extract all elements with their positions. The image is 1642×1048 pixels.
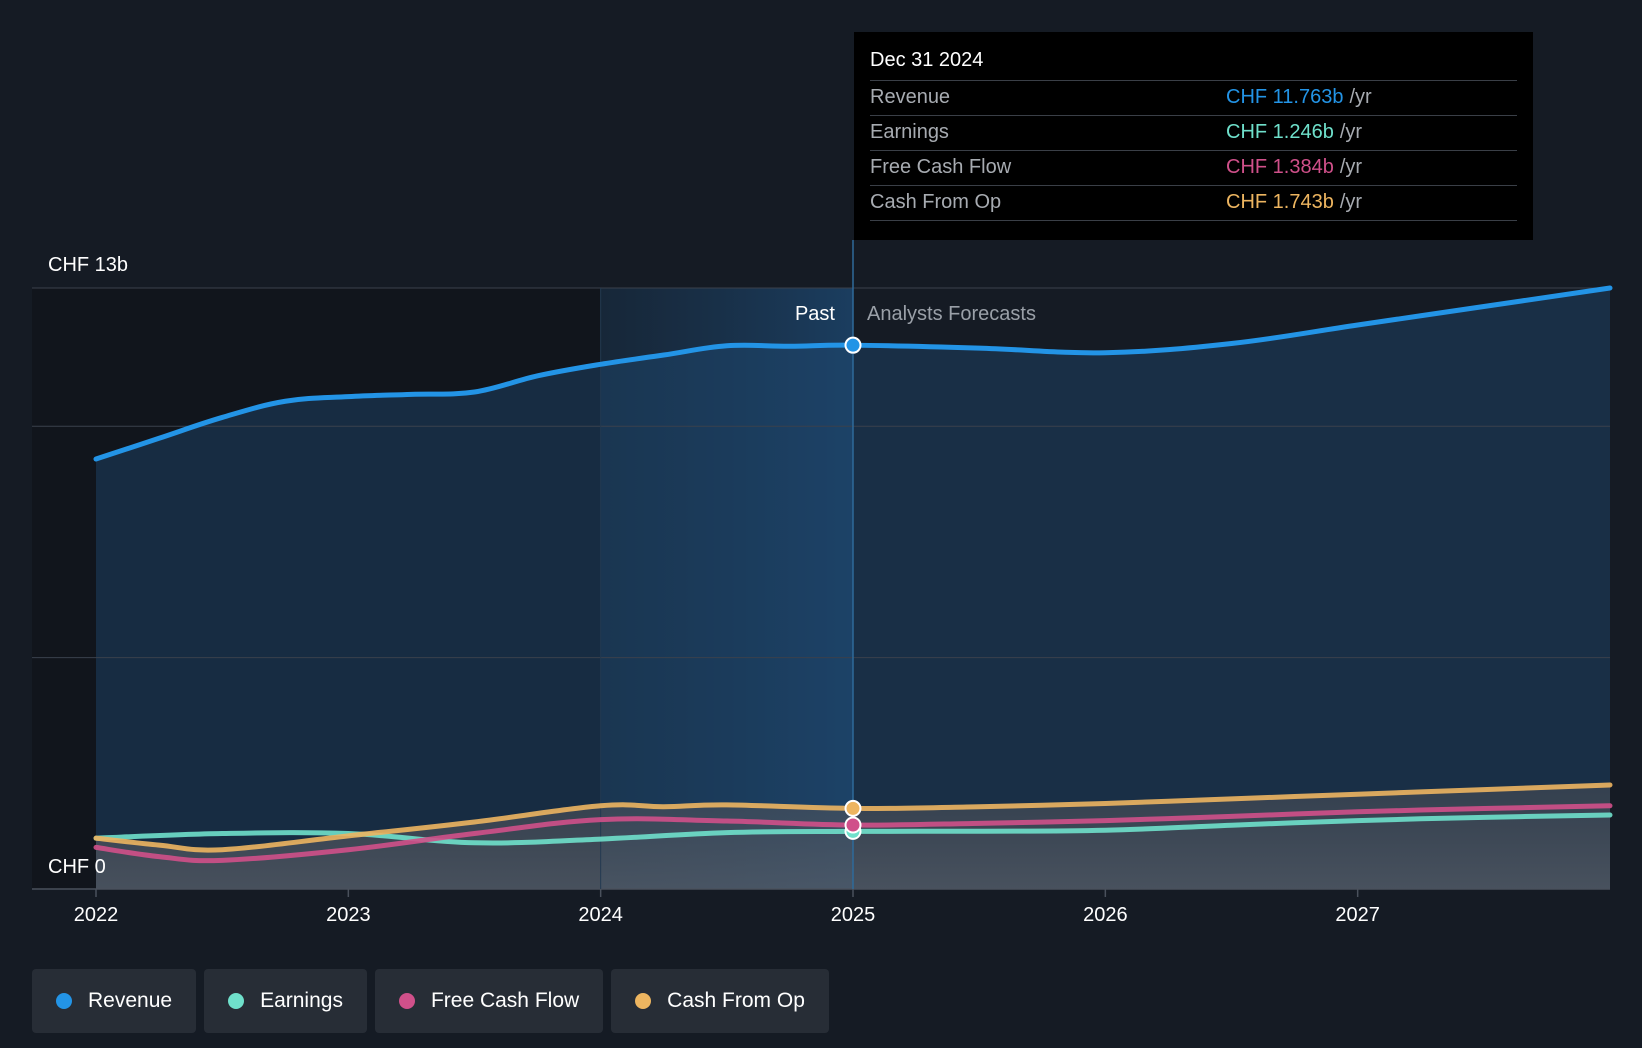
- legend-dot-icon: [635, 993, 652, 1009]
- tooltip-row-unit: /yr: [1349, 86, 1372, 108]
- legend-item-earnings[interactable]: Earnings: [204, 969, 367, 1033]
- legend-dot-icon: [398, 993, 415, 1009]
- tooltip-row-revenue: Revenue CHF 11.763b /yr: [870, 81, 1517, 116]
- tooltip-row-unit: /yr: [1339, 121, 1363, 143]
- forecast-label: Analysts Forecasts: [867, 303, 1036, 325]
- legend-item-revenue[interactable]: Revenue: [32, 969, 197, 1033]
- tooltip-row-label: Cash From Op: [870, 191, 1002, 213]
- tooltip-panel: Dec 31 2024 Revenue CHF 11.763b /yr Earn…: [854, 32, 1533, 240]
- x-tick-label: 2022: [74, 904, 119, 926]
- data-point-marker: [844, 336, 862, 354]
- tooltip-row-unit: /yr: [1339, 191, 1363, 213]
- legend-label: Cash From Op: [667, 989, 805, 1012]
- tooltip-row-value: CHF 11.763b: [1226, 86, 1344, 108]
- legend-item-free-cash-flow[interactable]: Free Cash Flow: [374, 969, 604, 1033]
- tooltip-row-free-cash-flow: Free Cash Flow CHF 1.384b /yr: [870, 151, 1517, 186]
- tooltip-row-value: CHF 1.384b: [1226, 156, 1334, 178]
- legend-item-cash-from-op[interactable]: Cash From Op: [611, 969, 829, 1033]
- chart-root: 2022 2023 2024 2025 2026 2027 CHF 13b CHF 0 Past…: [0, 0, 1642, 1048]
- legend: Revenue Earnings Free Cash Flow Cash Fro…: [32, 969, 829, 1033]
- y-axis-top-label: CHF 13b: [48, 254, 128, 276]
- tooltip-date: Dec 31 2024: [870, 46, 1517, 81]
- tooltip-row-label: Free Cash Flow: [870, 156, 1012, 178]
- legend-label: Free Cash Flow: [430, 989, 580, 1012]
- legend-label: Earnings: [260, 989, 343, 1012]
- legend-dot-icon: [228, 993, 245, 1009]
- legend-label: Revenue: [88, 989, 173, 1012]
- x-tick-label: 2025: [831, 904, 876, 926]
- tooltip-row-label: Revenue: [870, 86, 951, 108]
- past-label: Past: [795, 303, 835, 325]
- x-tick-label: 2026: [1083, 904, 1128, 926]
- legend-dot-icon: [56, 993, 72, 1009]
- tooltip-row-value: CHF 1.246b: [1226, 121, 1334, 143]
- tooltip-row-cash-from-op: Cash From Op CHF 1.743b /yr: [870, 186, 1517, 221]
- x-tick-label: 2023: [326, 904, 371, 926]
- tooltip-row-label: Earnings: [870, 121, 949, 143]
- x-tick-label: 2024: [578, 904, 623, 926]
- x-tick-label: 2027: [1335, 904, 1380, 926]
- data-point-marker: [844, 816, 862, 834]
- y-axis-bottom-label: CHF 0: [48, 856, 106, 878]
- data-point-marker: [844, 799, 862, 817]
- tooltip-row-value: CHF 1.743b: [1226, 191, 1334, 213]
- tooltip-row-earnings: Earnings CHF 1.246b /yr: [870, 116, 1517, 151]
- tooltip-row-unit: /yr: [1339, 156, 1363, 178]
